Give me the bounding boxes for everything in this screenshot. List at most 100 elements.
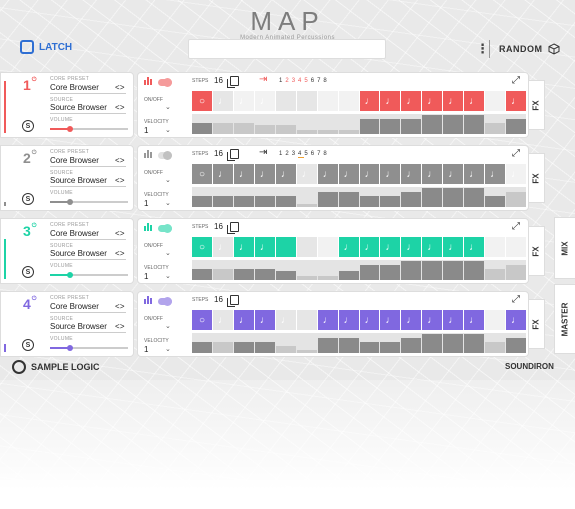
velocity-bar[interactable] bbox=[380, 119, 401, 134]
source-arrows[interactable]: < > bbox=[115, 176, 125, 185]
copy-icon[interactable] bbox=[227, 149, 239, 161]
velocity-bar[interactable] bbox=[401, 192, 422, 207]
volume-slider[interactable] bbox=[50, 345, 128, 351]
step-cell[interactable]: ♩ bbox=[212, 91, 233, 111]
step-cell[interactable]: ♩ bbox=[485, 164, 506, 184]
step-cell[interactable] bbox=[485, 237, 506, 257]
route-icon[interactable]: ⇥ bbox=[259, 74, 267, 85]
step-cell[interactable] bbox=[485, 310, 506, 330]
step-cell[interactable]: ♩ bbox=[464, 237, 485, 257]
velocity-bar[interactable] bbox=[380, 196, 401, 207]
step-cell[interactable]: ♩ bbox=[422, 91, 443, 111]
preset-search-field[interactable] bbox=[188, 39, 386, 59]
velocity-bar[interactable] bbox=[422, 261, 443, 280]
velocity-bar[interactable] bbox=[212, 196, 233, 207]
steps-value[interactable]: 16 bbox=[214, 295, 223, 304]
copy-icon[interactable] bbox=[227, 295, 239, 307]
source-value[interactable]: Source Browser bbox=[50, 322, 107, 331]
velocity-bar[interactable] bbox=[464, 334, 485, 353]
velocity-bar[interactable] bbox=[443, 334, 464, 353]
solo-button[interactable]: S bbox=[22, 120, 34, 132]
step-cell[interactable]: ♩ bbox=[233, 237, 254, 257]
step-cell[interactable]: ♩ bbox=[401, 164, 422, 184]
preset-arrows[interactable]: < > bbox=[115, 83, 125, 92]
velocity-bar[interactable] bbox=[275, 196, 296, 207]
step-cell[interactable]: ♩ bbox=[212, 237, 233, 257]
velocity-bar[interactable] bbox=[296, 276, 317, 280]
source-value[interactable]: Source Browser bbox=[50, 103, 107, 112]
steps-value[interactable]: 16 bbox=[214, 76, 223, 85]
step-cell[interactable] bbox=[275, 91, 296, 111]
solo-button[interactable]: S bbox=[22, 266, 34, 278]
step-cell[interactable]: ♩ bbox=[443, 237, 464, 257]
step-cell[interactable]: ♩ bbox=[254, 310, 275, 330]
step-cell[interactable] bbox=[296, 310, 317, 330]
step-cell[interactable] bbox=[485, 91, 506, 111]
step-cell[interactable]: ♩ bbox=[338, 310, 359, 330]
velocity-dropdown[interactable]: ⌄ bbox=[165, 345, 171, 353]
step-cell[interactable]: ○ bbox=[192, 237, 212, 257]
mix-tab[interactable]: MIX bbox=[554, 217, 575, 279]
velocity-bar[interactable] bbox=[506, 338, 526, 353]
velocity-bar[interactable] bbox=[464, 261, 485, 280]
track-toggle[interactable] bbox=[158, 151, 172, 160]
step-cell[interactable] bbox=[338, 91, 359, 111]
velocity-value[interactable]: 1 bbox=[144, 126, 148, 135]
step-cell[interactable] bbox=[296, 91, 317, 111]
step-cell[interactable]: ♩ bbox=[254, 91, 275, 111]
velocity-bar[interactable] bbox=[254, 269, 275, 280]
step-cell[interactable]: ♩ bbox=[422, 310, 443, 330]
velocity-bar[interactable] bbox=[233, 123, 254, 134]
velocity-value[interactable]: 1 bbox=[144, 345, 148, 354]
onoff-dropdown[interactable]: ⌄ bbox=[165, 103, 171, 111]
source-value[interactable]: Source Browser bbox=[50, 176, 107, 185]
route-number[interactable]: 8 bbox=[323, 151, 329, 157]
track-power-icon[interactable]: ⏻ bbox=[32, 296, 37, 302]
step-cell[interactable]: ○ bbox=[192, 310, 212, 330]
volume-knob[interactable] bbox=[67, 272, 73, 278]
step-cell[interactable]: ♩ bbox=[380, 310, 401, 330]
copy-icon[interactable] bbox=[227, 76, 239, 88]
track-power-icon[interactable]: ⏻ bbox=[32, 223, 37, 229]
step-cell[interactable]: ♩ bbox=[254, 237, 275, 257]
track-power-icon[interactable]: ⏻ bbox=[32, 77, 37, 83]
track-toggle[interactable] bbox=[158, 224, 172, 233]
step-cell[interactable]: ♩ bbox=[338, 164, 359, 184]
more-menu-icon[interactable]: ⋮ bbox=[476, 41, 489, 57]
velocity-bar[interactable] bbox=[296, 350, 317, 353]
onoff-dropdown[interactable]: ⌄ bbox=[165, 176, 171, 184]
step-cell[interactable]: ♩ bbox=[380, 237, 401, 257]
step-cell[interactable]: ○ bbox=[192, 164, 212, 184]
step-cell[interactable] bbox=[506, 237, 526, 257]
velocity-bar[interactable] bbox=[254, 196, 275, 207]
velocity-bar[interactable] bbox=[296, 130, 317, 134]
volume-knob[interactable] bbox=[67, 126, 73, 132]
velocity-bar[interactable] bbox=[401, 338, 422, 353]
velocity-bar[interactable] bbox=[338, 192, 359, 207]
step-cell[interactable]: ♩ bbox=[317, 310, 338, 330]
velocity-bar[interactable] bbox=[233, 269, 254, 280]
track-power-icon[interactable]: ⏻ bbox=[32, 150, 37, 156]
fx-tab[interactable]: FX bbox=[529, 226, 545, 276]
velocity-value[interactable]: 1 bbox=[144, 199, 148, 208]
step-cell[interactable]: ♩ bbox=[233, 164, 254, 184]
route-icon[interactable]: ⇥ bbox=[259, 147, 267, 158]
step-cell[interactable]: ○ bbox=[192, 91, 212, 111]
step-cell[interactable]: ♩ bbox=[359, 91, 380, 111]
latch-button[interactable]: LATCH bbox=[20, 40, 72, 54]
expand-icon[interactable]: ⤢ bbox=[512, 148, 520, 159]
route-number[interactable]: 8 bbox=[323, 78, 329, 84]
velocity-bar[interactable] bbox=[192, 269, 212, 280]
step-cell[interactable]: ♩ bbox=[233, 91, 254, 111]
onoff-dropdown[interactable]: ⌄ bbox=[165, 322, 171, 330]
source-arrows[interactable]: < > bbox=[115, 322, 125, 331]
expand-icon[interactable]: ⤢ bbox=[512, 221, 520, 232]
track-toggle[interactable] bbox=[158, 297, 172, 306]
preset-arrows[interactable]: < > bbox=[115, 229, 125, 238]
track-toggle[interactable] bbox=[158, 78, 172, 87]
velocity-bar[interactable] bbox=[296, 204, 317, 207]
expand-icon[interactable]: ⤢ bbox=[512, 294, 520, 305]
velocity-bar[interactable] bbox=[485, 342, 506, 353]
velocity-bar[interactable] bbox=[380, 342, 401, 353]
velocity-bar[interactable] bbox=[506, 119, 526, 134]
